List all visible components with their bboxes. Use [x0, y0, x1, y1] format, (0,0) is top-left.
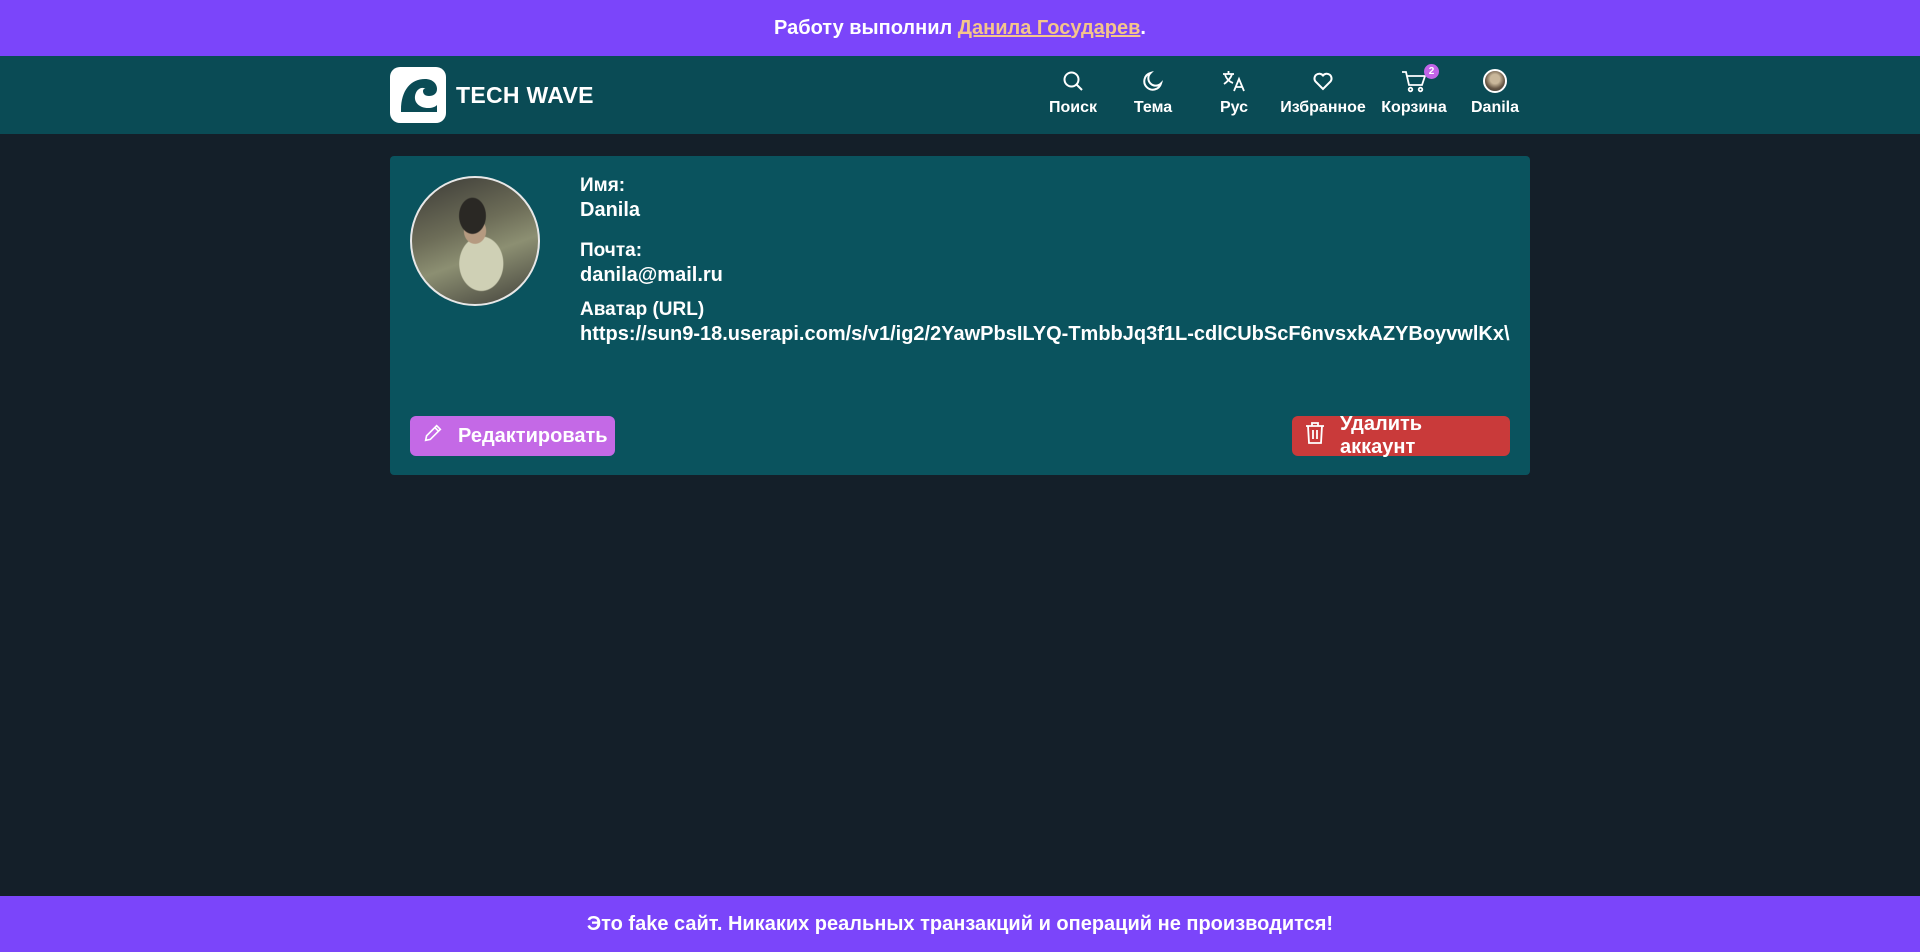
name-value: Danila	[580, 199, 641, 221]
nav-profile[interactable]: Danila	[1471, 66, 1520, 124]
edit-button-label: Редактировать	[458, 424, 608, 447]
pencil-icon	[422, 422, 444, 450]
nav-language[interactable]: Рус	[1214, 66, 1254, 124]
translate-icon	[1221, 66, 1247, 96]
disclaimer-text: Это fake сайт. Никаких реальных транзакц…	[586, 912, 1334, 935]
cart-count-badge: 2	[1424, 64, 1439, 79]
profile-info: Имя: Danila Почта: danila@mail.ru Аватар…	[580, 174, 1510, 363]
brand-name: TECH WAVE	[456, 81, 594, 108]
search-icon	[1061, 66, 1085, 96]
email-field: Почта: danila@mail.ru	[580, 239, 1510, 288]
profile-card: Имя: Danila Почта: danila@mail.ru Аватар…	[390, 156, 1530, 475]
author-banner: Работу выполнил Данила Государев.	[0, 0, 1920, 56]
nav-theme[interactable]: Тема	[1130, 66, 1176, 124]
avatar-url-label: Аватар (URL)	[580, 299, 705, 320]
moon-icon	[1141, 66, 1165, 96]
nav-search-label: Поиск	[1048, 99, 1097, 116]
user-avatar	[1483, 66, 1507, 96]
cart-icon: 2	[1401, 64, 1439, 96]
delete-account-button[interactable]: Удалить аккаунт	[1292, 413, 1510, 458]
site-header: TECH WAVE Поиск Тема Рус Избранное 2 Кор…	[0, 56, 1920, 134]
nav-search[interactable]: Поиск	[1046, 66, 1100, 124]
email-value: danila@mail.ru	[580, 264, 723, 286]
name-label: Имя:	[580, 175, 626, 196]
nav-cart-label: Корзина	[1381, 99, 1447, 116]
author-link[interactable]: Данила Государев	[958, 17, 1141, 40]
nav-favorites-label: Избранное	[1280, 99, 1366, 116]
edit-profile-button[interactable]: Редактировать	[410, 416, 615, 456]
nav-profile-label: Danila	[1471, 99, 1520, 116]
author-banner-prefix: Работу выполнил	[774, 16, 958, 39]
heart-icon	[1311, 66, 1335, 96]
delete-button-label: Удалить аккаунт	[1340, 413, 1423, 458]
avatar-url-field: Аватар (URL) https://sun9-18.userapi.com…	[580, 298, 1510, 347]
disclaimer-footer: Это fake сайт. Никаких реальных транзакц…	[0, 896, 1920, 952]
email-label: Почта:	[580, 240, 643, 261]
profile-avatar	[410, 176, 540, 306]
wave-logo-icon	[390, 67, 446, 123]
nav-favorites[interactable]: Избранное	[1280, 66, 1366, 124]
avatar-url-value: https://sun9-18.userapi.com/s/v1/ig2/2Ya…	[580, 323, 1510, 345]
nav-theme-label: Тема	[1133, 99, 1173, 116]
brand-logo[interactable]: TECH WAVE	[390, 67, 594, 123]
nav-language-label: Рус	[1219, 99, 1249, 116]
name-field: Имя: Danila	[580, 174, 1510, 223]
author-banner-suffix: .	[1140, 16, 1146, 39]
trash-icon	[1304, 421, 1326, 451]
nav-cart[interactable]: 2 Корзина	[1381, 64, 1447, 124]
